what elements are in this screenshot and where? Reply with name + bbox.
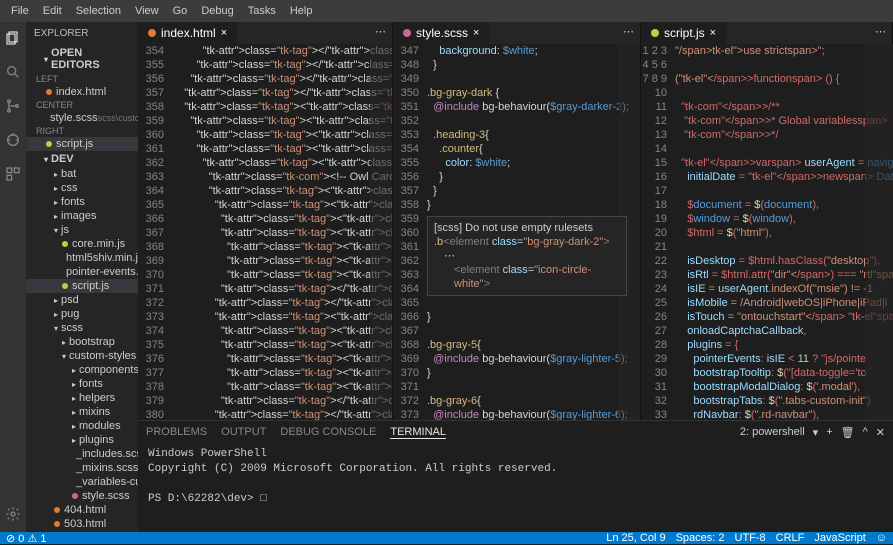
menu-debug[interactable]: Debug	[194, 5, 240, 17]
tree-item[interactable]: ▸psd	[26, 293, 138, 307]
editor-pane-1[interactable]: 354 355 356 357 358 359 360 361 362 363 …	[138, 44, 393, 420]
tree-item[interactable]: ▸bootstrap	[26, 335, 138, 349]
sidebar-title: EXPLORER	[26, 22, 138, 45]
editor-group-label: RIGHT	[26, 125, 138, 137]
panel-tabs: PROBLEMS OUTPUT DEBUG CONSOLE TERMINAL 2: p…	[138, 421, 893, 443]
tree-item[interactable]: core.min.js	[26, 237, 138, 251]
status-item[interactable]: ☺	[876, 532, 887, 544]
open-editor-item[interactable]: index.html	[26, 85, 138, 99]
tree-item[interactable]: html5shiv.min.js	[26, 251, 138, 265]
tree-item[interactable]: _mixins.scss	[26, 461, 138, 475]
tree-item[interactable]: _includes.scss	[26, 447, 138, 461]
tree-item[interactable]: ▸helpers	[26, 391, 138, 405]
editor-pane-2[interactable]: 347 348 349 350 351 352 353 354 355 356 …	[393, 44, 641, 420]
hover-tooltip: [scss] Do not use empty rulesets .b<elem…	[427, 216, 627, 296]
open-editor-item[interactable]: style.scss scss\custom-st...	[26, 111, 138, 125]
settings-gear-icon[interactable]	[3, 504, 23, 524]
menu-go[interactable]: Go	[166, 5, 195, 17]
status-item[interactable]: Ln 25, Col 9	[606, 532, 665, 544]
minimap[interactable]	[865, 44, 893, 420]
source-control-icon[interactable]	[3, 96, 23, 116]
status-item[interactable]: ⊘ 0 ⚠ 1	[6, 532, 46, 545]
terminal-selector[interactable]: 2: powershell	[740, 426, 805, 438]
tree-item[interactable]: 404.html	[26, 503, 138, 517]
editor-more-icon[interactable]: ⋯	[617, 22, 640, 44]
editor-pane-3[interactable]: 1 2 3 4 5 6 7 8 9 10 11 12 13 14 15 16 1…	[641, 44, 893, 420]
tree-item[interactable]: 503.html	[26, 517, 138, 531]
open-editor-item[interactable]: script.js	[26, 137, 138, 151]
tree-item[interactable]: ▸pug	[26, 307, 138, 321]
editor-more-icon[interactable]: ⋯	[869, 22, 892, 44]
panel-tab[interactable]: TERMINAL	[390, 426, 446, 439]
kill-terminal-icon[interactable]: 🗑	[841, 426, 855, 439]
status-item[interactable]: UTF-8	[735, 532, 766, 544]
close-icon[interactable]: ×	[473, 27, 479, 39]
tree-item[interactable]: script.js	[26, 279, 138, 293]
tree-item[interactable]: ▸fonts	[26, 377, 138, 391]
close-icon[interactable]: ×	[221, 27, 227, 39]
editor-group-label: LEFT	[26, 73, 138, 85]
activity-bar	[0, 22, 26, 532]
maximize-panel-icon[interactable]: ^	[863, 426, 868, 438]
debug-icon[interactable]	[3, 130, 23, 150]
extensions-icon[interactable]	[3, 164, 23, 184]
tree-item[interactable]: ▾js	[26, 223, 138, 237]
minimap[interactable]	[370, 44, 392, 420]
terminal-dropdown-icon[interactable]: ▾	[813, 426, 819, 439]
tree-item[interactable]: ▾custom-styles	[26, 349, 138, 363]
status-item[interactable]: CRLF	[776, 532, 805, 544]
menubar[interactable]: FileEditSelectionViewGoDebugTasksHelp	[0, 0, 893, 22]
tree-item[interactable]: ▸components	[26, 363, 138, 377]
status-item[interactable]: JavaScript	[814, 532, 865, 544]
tree-item[interactable]: ▾scss	[26, 321, 138, 335]
tree-item[interactable]: style.scss	[26, 489, 138, 503]
tree-item[interactable]: ▸mixins	[26, 405, 138, 419]
menu-tasks[interactable]: Tasks	[241, 5, 283, 17]
editor-tab[interactable]: script.js×	[641, 22, 726, 44]
menu-view[interactable]: View	[128, 5, 166, 17]
tree-item[interactable]: ▸bat	[26, 167, 138, 181]
tree-item[interactable]: ▸fonts	[26, 195, 138, 209]
editor-tab[interactable]: index.html×	[138, 22, 237, 44]
tree-item[interactable]: ▸plugins	[26, 433, 138, 447]
panel-tab[interactable]: OUTPUT	[221, 426, 266, 438]
bottom-panel: PROBLEMS OUTPUT DEBUG CONSOLE TERMINAL 2: p…	[138, 420, 893, 532]
editor-more-icon[interactable]: ⋯	[369, 22, 392, 44]
menu-help[interactable]: Help	[283, 5, 320, 17]
close-icon[interactable]: ×	[710, 27, 716, 39]
panel-tab[interactable]: DEBUG CONSOLE	[280, 426, 376, 438]
menu-edit[interactable]: Edit	[36, 5, 69, 17]
tree-item[interactable]: ▸images	[26, 209, 138, 223]
tree-item[interactable]: pointer-events.min.js	[26, 265, 138, 279]
tree-item[interactable]: _variables-custom.scss	[26, 475, 138, 489]
explorer-sidebar: EXPLORER ▾OPEN EDITORS LEFTindex.htmlCEN…	[26, 22, 138, 532]
panel-tab[interactable]: PROBLEMS	[146, 426, 207, 438]
status-item[interactable]: Spaces: 2	[676, 532, 725, 544]
editor-group-label: CENTER	[26, 99, 138, 111]
close-panel-icon[interactable]: ✕	[876, 426, 885, 439]
open-editors-section[interactable]: ▾OPEN EDITORS	[26, 45, 138, 73]
new-terminal-icon[interactable]: +	[826, 426, 832, 438]
editor-tabs: index.html×⋯style.scss×⋯script.js×⋯	[138, 22, 893, 44]
menu-file[interactable]: File	[4, 5, 36, 17]
menu-selection[interactable]: Selection	[69, 5, 128, 17]
tree-item[interactable]: ▸css	[26, 181, 138, 195]
search-icon[interactable]	[3, 62, 23, 82]
tree-item[interactable]: ▸modules	[26, 419, 138, 433]
editor-tab[interactable]: style.scss×	[393, 22, 489, 44]
terminal-body[interactable]: Windows PowerShellCopyright (C) 2009 Mic…	[138, 443, 893, 511]
project-section[interactable]: ▾DEV	[26, 151, 138, 167]
status-bar: ⊘ 0 ⚠ 1 Ln 25, Col 9 Spaces: 2 UTF-8 CRLF Jav…	[0, 532, 893, 544]
files-icon[interactable]	[3, 28, 23, 48]
